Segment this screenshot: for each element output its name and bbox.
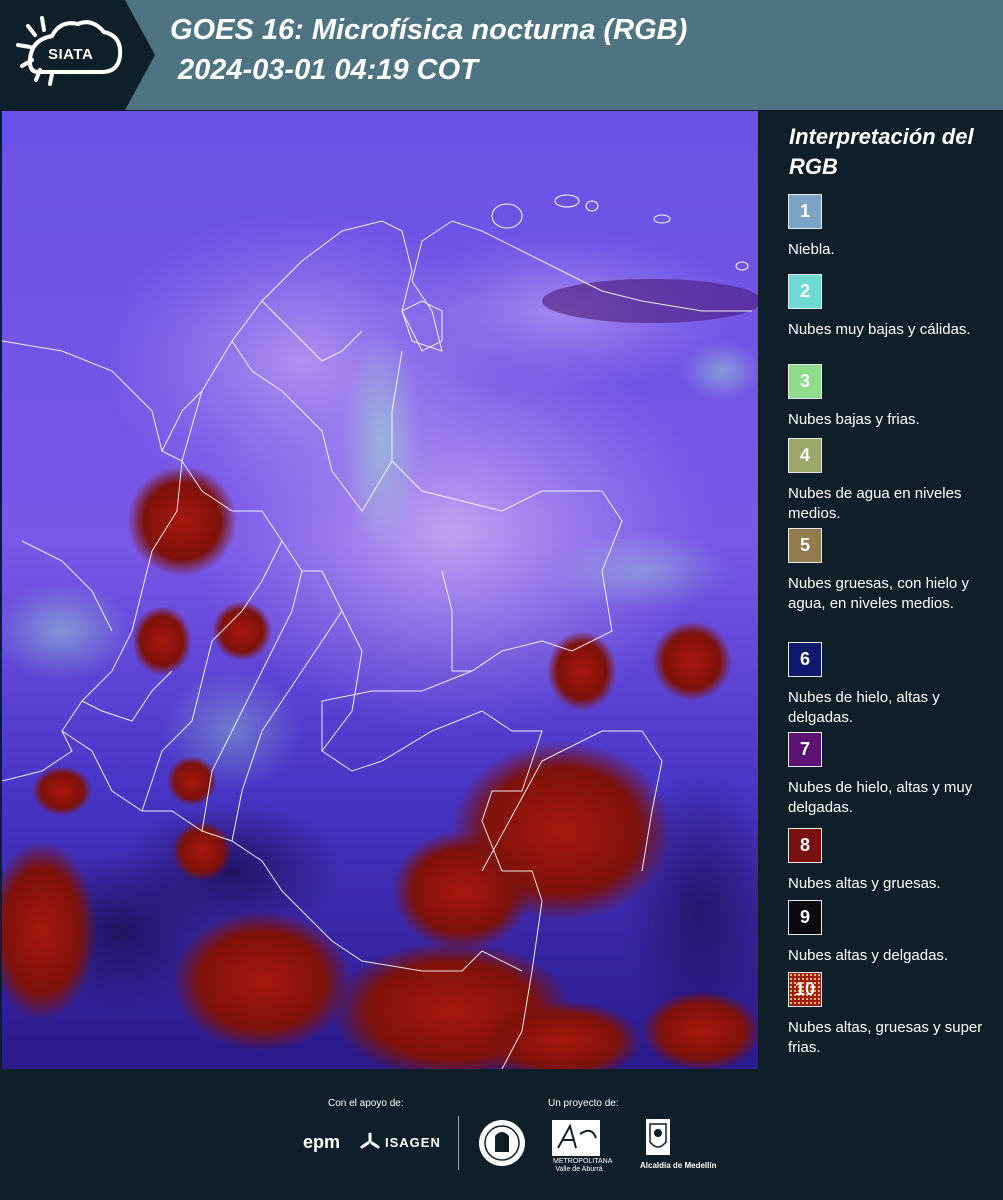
isagen-icon — [360, 1132, 380, 1149]
legend-label-1: Niebla. — [788, 241, 835, 258]
legend-swatch-2: 2 — [788, 274, 822, 309]
legend-swatch-1: 1 — [788, 194, 822, 229]
footer-divider — [458, 1116, 459, 1170]
legend-swatch-3: 3 — [788, 364, 822, 399]
header-bar: SIATA GOES 16: Microfísica nocturna (RGB… — [0, 0, 1003, 110]
legend-label-8: Nubes altas y gruesas. — [788, 875, 941, 892]
legend-swatch-6: 6 — [788, 642, 822, 677]
legend-swatch-8: 8 — [788, 828, 822, 863]
footer: Con el apoyo de: Un proyecto de: epm ISA… — [0, 1070, 1003, 1200]
legend-swatch-7: 7 — [788, 732, 822, 767]
legend-swatch-4: 4 — [788, 438, 822, 473]
legend-swatch-9: 9 — [788, 900, 822, 935]
legend-swatch-10: 10 — [788, 972, 822, 1007]
medellin-shield-icon — [646, 1119, 670, 1155]
legend-label-7: Nubes de hielo, altas y muy delgadas. — [788, 779, 973, 816]
page-title: GOES 16: Microfísica nocturna (RGB) — [170, 14, 688, 46]
legend-label-4: Nubes de agua en niveles medios. — [788, 485, 962, 522]
satellite-map — [2, 111, 758, 1069]
legend-label-6: Nubes de hielo, altas y delgadas. — [788, 689, 940, 726]
satellite-rgb-image — [2, 111, 758, 1069]
legend-title: Interpretación del RGB — [789, 124, 974, 179]
legend-swatch-5: 5 — [788, 528, 822, 563]
legend-label-3: Nubes bajas y frias. — [788, 411, 920, 428]
legend-label-2: Nubes muy bajas y cálidas. — [788, 321, 971, 338]
legend-panel: Interpretación del RGB 1 Niebla. 2 Nubes mu… — [760, 110, 1003, 1070]
legend-label-5: Nubes gruesas, con hielo y agua, en nive… — [788, 575, 969, 612]
alcaldia-logo-text: Alcaldía de Medellín — [640, 1161, 717, 1170]
siata-logo: SIATA — [0, 0, 155, 110]
area-metropolitana-logo — [552, 1120, 600, 1156]
siata-logo-text: SIATA — [48, 46, 94, 63]
seal-icon — [479, 1120, 525, 1166]
legend-label-9: Nubes altas y delgadas. — [788, 947, 949, 964]
legend-label-10: Nubes altas, gruesas y super frias. — [788, 1019, 983, 1056]
isagen-logo: ISAGEN — [385, 1135, 441, 1150]
epm-logo: epm — [303, 1132, 341, 1152]
support-label: Con el apoyo de: — [328, 1098, 404, 1109]
page-timestamp: 2024-03-01 04:19 COT — [178, 54, 478, 86]
area-metropolitana-text: METROPOLITANA Valle de Aburrá — [553, 1158, 613, 1173]
project-label: Un proyecto de: — [548, 1098, 619, 1109]
